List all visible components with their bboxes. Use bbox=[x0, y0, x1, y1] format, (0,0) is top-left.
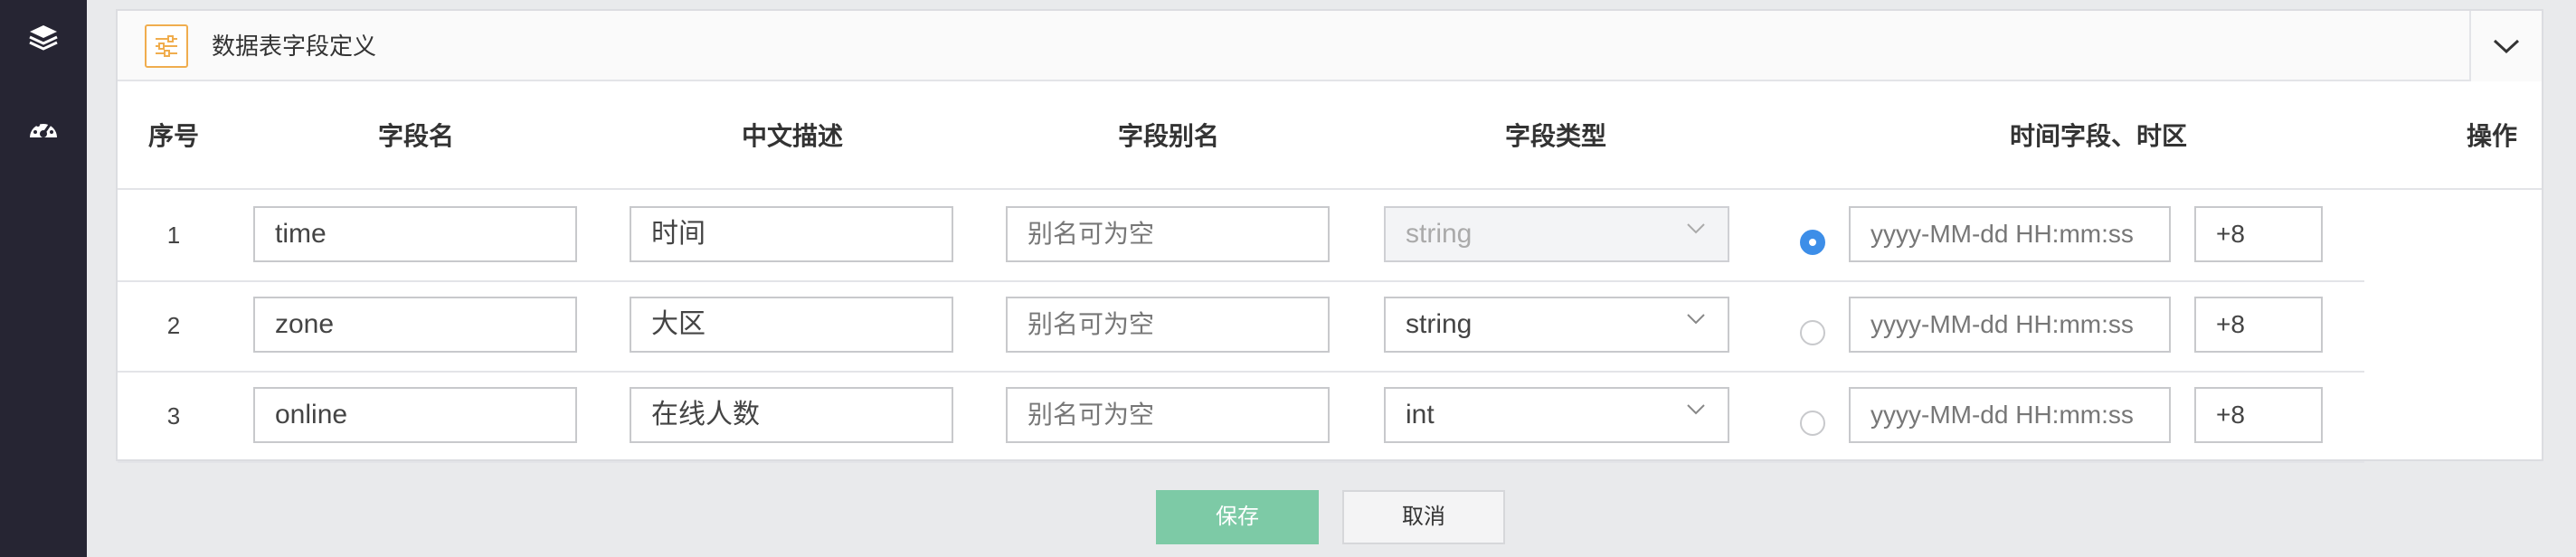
time-format-input[interactable]: yyyy-MM-dd HH:mm:ss bbox=[1849, 297, 2171, 353]
table-header: 序号 字段名 中文描述 字段别名 字段类型 时间字段、时区 操作 bbox=[118, 83, 2542, 190]
time-format-input[interactable]: yyyy-MM-dd HH:mm:ss bbox=[1849, 387, 2171, 443]
col-description: 中文描述 bbox=[741, 122, 843, 150]
field-definition-panel: 数据表字段定义 序号 字段名 中文描述 字段别名 字段类型 时间字段、时区 操作… bbox=[116, 9, 2543, 463]
row-index: 2 bbox=[166, 312, 181, 339]
field-name-input[interactable]: online bbox=[253, 387, 577, 443]
col-time-zone: 时间字段、时区 bbox=[2009, 122, 2187, 150]
timezone-input[interactable]: +8 bbox=[2194, 387, 2323, 443]
dashboard-icon[interactable] bbox=[20, 107, 67, 154]
col-actions: 操作 bbox=[2466, 122, 2517, 150]
list-settings-icon bbox=[145, 24, 188, 68]
field-name-input[interactable]: time bbox=[253, 206, 577, 262]
table-row: 1 time 时间 别名可为空 string yyyy-MM-dd HH:mm:… bbox=[118, 192, 2364, 282]
type-select[interactable]: string bbox=[1384, 206, 1729, 262]
row-index: 3 bbox=[166, 402, 181, 430]
time-field-radio[interactable] bbox=[1800, 411, 1825, 436]
table-row: 3 online 在线人数 别名可为空 int yyyy-MM-dd HH:mm… bbox=[118, 373, 2364, 463]
panel-header: 数据表字段定义 bbox=[118, 11, 2542, 81]
chevron-down-icon bbox=[2493, 39, 2520, 54]
save-button[interactable]: 保存 bbox=[1156, 490, 1319, 544]
timezone-input[interactable]: +8 bbox=[2194, 297, 2323, 353]
type-value: int bbox=[1406, 400, 1435, 430]
time-field-radio[interactable] bbox=[1800, 320, 1825, 345]
alias-input[interactable]: 别名可为空 bbox=[1006, 297, 1330, 353]
collapse-button[interactable] bbox=[2469, 11, 2542, 81]
sidebar bbox=[0, 0, 87, 557]
chevron-down-icon bbox=[1687, 223, 1705, 234]
type-select[interactable]: int bbox=[1384, 387, 1729, 443]
table-row: 2 zone 大区 别名可为空 string yyyy-MM-dd HH:mm:… bbox=[118, 282, 2364, 373]
col-index: 序号 bbox=[147, 122, 199, 150]
cancel-button[interactable]: 取消 bbox=[1342, 490, 1505, 544]
description-input[interactable]: 时间 bbox=[630, 206, 953, 262]
type-value: string bbox=[1406, 309, 1473, 339]
col-alias: 字段别名 bbox=[1117, 122, 1219, 150]
time-field-radio[interactable] bbox=[1800, 230, 1825, 255]
alias-input[interactable]: 别名可为空 bbox=[1006, 206, 1330, 262]
description-input[interactable]: 大区 bbox=[630, 297, 953, 353]
type-value: string bbox=[1406, 219, 1473, 249]
time-format-input[interactable]: yyyy-MM-dd HH:mm:ss bbox=[1849, 206, 2171, 262]
alias-input[interactable]: 别名可为空 bbox=[1006, 387, 1330, 443]
type-select[interactable]: string bbox=[1384, 297, 1729, 353]
description-input[interactable]: 在线人数 bbox=[630, 387, 953, 443]
row-index: 1 bbox=[166, 222, 181, 249]
layers-icon[interactable] bbox=[20, 14, 67, 61]
timezone-input[interactable]: +8 bbox=[2194, 206, 2323, 262]
field-name-input[interactable]: zone bbox=[253, 297, 577, 353]
col-field-name: 字段名 bbox=[377, 122, 454, 150]
chevron-down-icon bbox=[1687, 314, 1705, 325]
chevron-down-icon bbox=[1687, 404, 1705, 415]
col-type: 字段类型 bbox=[1504, 122, 1606, 150]
panel-title: 数据表字段定义 bbox=[212, 33, 377, 60]
